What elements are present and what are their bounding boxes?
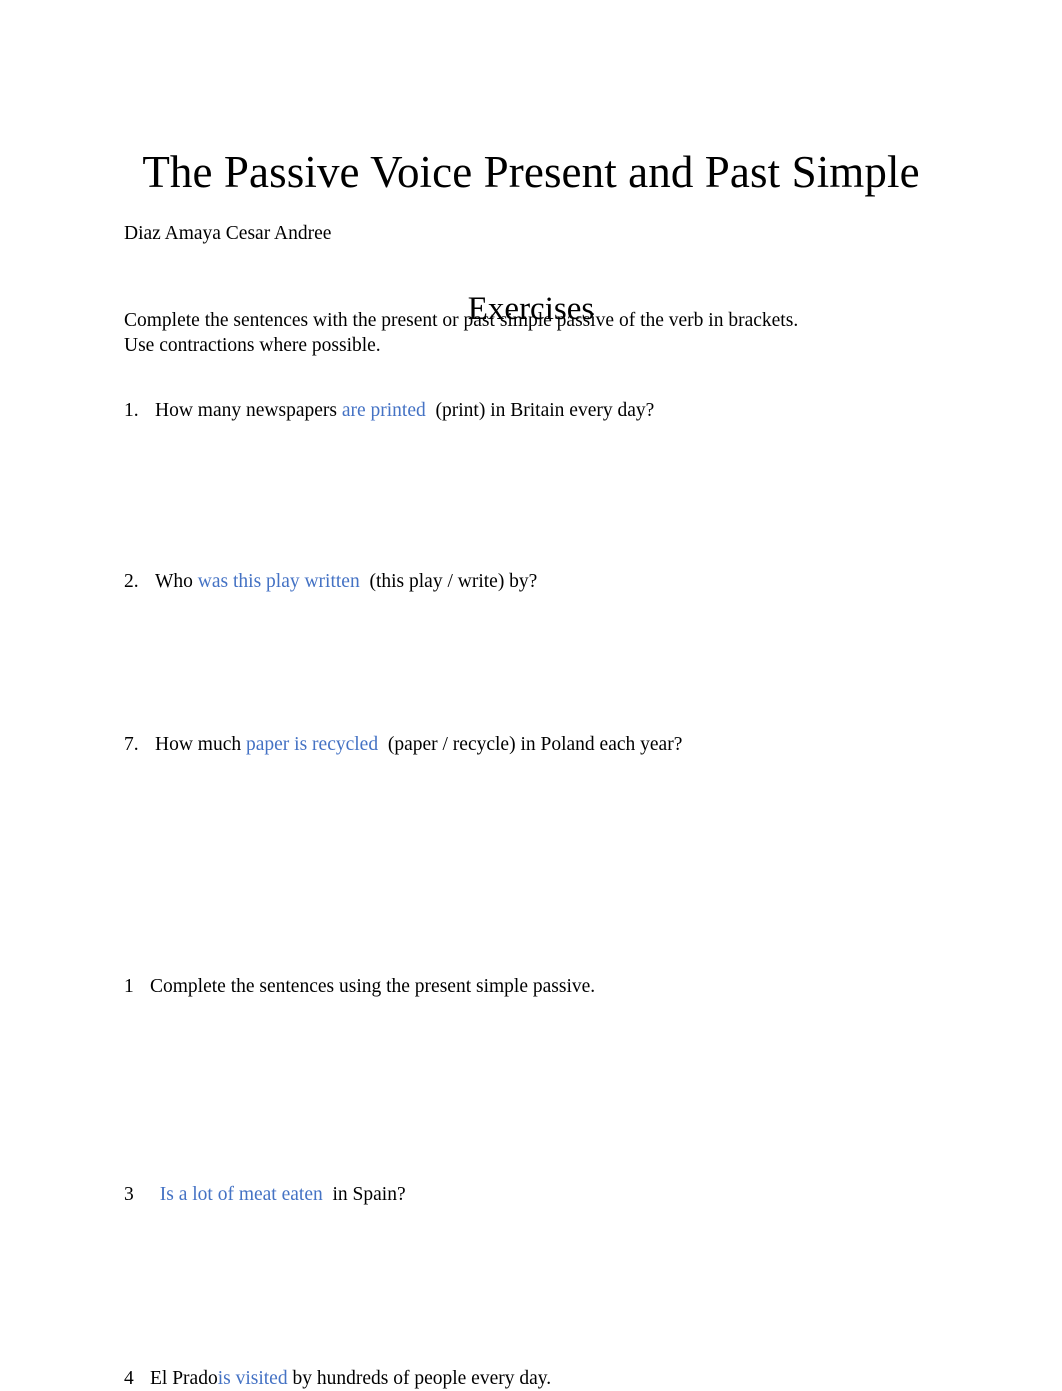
instruction-line-1: Complete the sentences with the present … — [124, 310, 799, 331]
exercise-item-1: 1. How many newspapers are printed (print… — [124, 398, 1004, 423]
exercise-item-1-prefix: How many newspapers — [155, 399, 342, 421]
exercise-item-2-prefix: Who — [155, 570, 198, 592]
exercise-item-7-prefix: How much — [155, 733, 246, 755]
exercise-item-7-suffix: (paper / recycle) in Poland each year? — [378, 733, 683, 755]
present-simple-instruction-number: 1 — [124, 975, 134, 997]
exercise-item-2-number: 2. — [124, 570, 139, 592]
exercise-item-2-answer: was this play written — [197, 570, 360, 592]
present-simple-item-4-number: 4 — [124, 1367, 134, 1389]
exercise-item-2: 2. Who was this play written (this play /… — [124, 569, 1004, 594]
present-simple-item-3-number: 3 — [124, 1183, 134, 1205]
present-simple-item-4-prefix: El Prado — [150, 1367, 218, 1389]
present-simple-item-3: 3 Is a lot of meat eaten in Spain? — [124, 1182, 1004, 1207]
present-simple-item-4: 4 El Pradois visited by hundreds of peopl… — [124, 1366, 1004, 1391]
present-simple-item-3-prefix — [150, 1184, 160, 1205]
document-page: The Passive Voice Present and Past Simpl… — [0, 0, 1062, 1388]
instruction-line-2: Use contractions where possible. — [124, 334, 381, 356]
present-simple-item-4-suffix: by hundreds of people every day. — [287, 1367, 552, 1389]
present-simple-item-3-suffix: in Spain? — [322, 1183, 406, 1205]
page-title: The Passive Voice Present and Past Simpl… — [142, 147, 920, 198]
exercise-item-1-number: 1. — [124, 399, 139, 421]
exercise-item-7-number: 7. — [124, 733, 139, 755]
author-name: Diaz Amaya Cesar Andree — [124, 223, 332, 244]
present-simple-item-4-answer: is visited — [217, 1367, 288, 1389]
exercise-item-2-suffix: (this play / write) by? — [359, 570, 538, 592]
exercise-item-7: 7. How much paper is recycled (paper / re… — [124, 732, 1004, 757]
exercise-item-7-answer: paper is recycled — [246, 733, 379, 755]
exercise-item-1-suffix: (print) in Britain every day? — [425, 399, 655, 421]
present-simple-instruction-text: Complete the sentences using the present… — [150, 975, 596, 997]
present-simple-instruction: 1 Complete the sentences using the presen… — [124, 974, 1004, 999]
exercise-item-1-answer: are printed — [341, 399, 426, 421]
present-simple-item-3-answer: Is a lot of meat eaten — [159, 1183, 323, 1205]
instructions-block: Complete the sentences with the present … — [124, 309, 944, 358]
